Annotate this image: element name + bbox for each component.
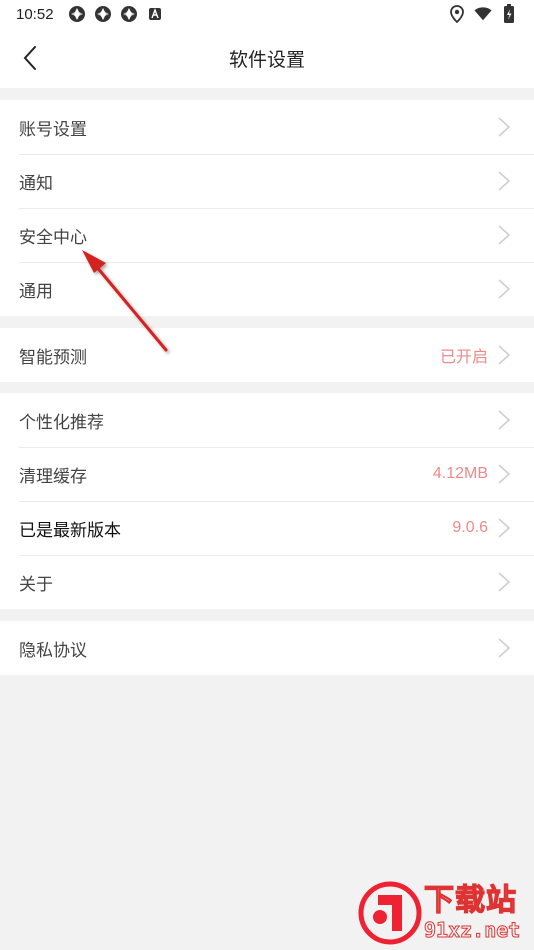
chevron-right-icon xyxy=(496,344,512,366)
watermark-logo-icon xyxy=(358,881,422,945)
watermark-cn: 下载站 xyxy=(423,883,517,918)
settings-group-account: 账号设置 通知 安全中心 通用 xyxy=(0,100,534,316)
settings-group-misc: 个性化推荐 清理缓存 4.12MB 已是最新版本 9.0.6 关于 xyxy=(0,393,534,609)
status-bar: 10:52 xyxy=(0,0,534,28)
settings-item-label: 智能预测 xyxy=(19,347,87,368)
settings-item-personalized-recommendation[interactable]: 个性化推荐 xyxy=(0,393,534,447)
wifi-icon xyxy=(474,5,492,23)
settings-item-value: 9.0.6 xyxy=(452,519,488,536)
status-left: 10:52 xyxy=(16,5,164,23)
accessibility-icon xyxy=(146,5,164,23)
chevron-right-icon xyxy=(496,517,512,539)
settings-item-clear-cache[interactable]: 清理缓存 4.12MB xyxy=(0,447,534,501)
settings-item-label: 账号设置 xyxy=(19,119,87,140)
settings-item-security[interactable]: 安全中心 xyxy=(0,208,534,262)
chevron-right-icon xyxy=(496,224,512,246)
settings-item-label: 已是最新版本 xyxy=(19,520,121,541)
chevron-right-icon xyxy=(496,637,512,659)
settings-item-label: 隐私协议 xyxy=(19,640,87,661)
page-title: 软件设置 xyxy=(228,48,305,71)
settings-group-privacy: 隐私协议 xyxy=(0,621,534,675)
app-icon xyxy=(94,5,112,23)
settings-item-general[interactable]: 通用 xyxy=(0,262,534,316)
watermark: 下载站 91xz.net xyxy=(358,880,528,946)
chevron-right-icon xyxy=(496,463,512,485)
settings-item-account[interactable]: 账号设置 xyxy=(0,100,534,154)
page-header: 软件设置 xyxy=(0,28,534,88)
back-button[interactable] xyxy=(14,42,46,74)
settings-item-value: 已开启 xyxy=(439,349,488,366)
status-right xyxy=(448,4,518,23)
settings-item-privacy-policy[interactable]: 隐私协议 xyxy=(0,621,534,675)
watermark-text: 下载站 91xz.net xyxy=(423,883,521,943)
watermark-url: 91xz.net xyxy=(423,918,521,943)
settings-item-about[interactable]: 关于 xyxy=(0,555,534,609)
app-icon xyxy=(68,5,86,23)
settings-item-smart-prediction[interactable]: 智能预测 已开启 xyxy=(0,328,534,382)
settings-item-version[interactable]: 已是最新版本 9.0.6 xyxy=(0,501,534,555)
chevron-right-icon xyxy=(496,571,512,593)
chevron-right-icon xyxy=(496,170,512,192)
settings-item-value: 4.12MB xyxy=(432,465,488,482)
app-icon xyxy=(120,5,138,23)
settings-group-prediction: 智能预测 已开启 xyxy=(0,328,534,382)
settings-item-label: 关于 xyxy=(19,574,53,595)
chevron-left-icon xyxy=(23,46,36,70)
settings-item-label: 个性化推荐 xyxy=(19,412,104,433)
settings-item-label: 通用 xyxy=(19,281,53,302)
location-icon xyxy=(448,5,466,23)
status-time: 10:52 xyxy=(16,5,54,23)
settings-item-notification[interactable]: 通知 xyxy=(0,154,534,208)
chevron-right-icon xyxy=(496,278,512,300)
battery-icon xyxy=(500,4,518,23)
chevron-right-icon xyxy=(496,409,512,431)
chevron-right-icon xyxy=(496,116,512,138)
settings-item-label: 通知 xyxy=(19,173,53,194)
settings-item-label: 安全中心 xyxy=(19,227,87,248)
settings-item-label: 清理缓存 xyxy=(19,466,87,487)
